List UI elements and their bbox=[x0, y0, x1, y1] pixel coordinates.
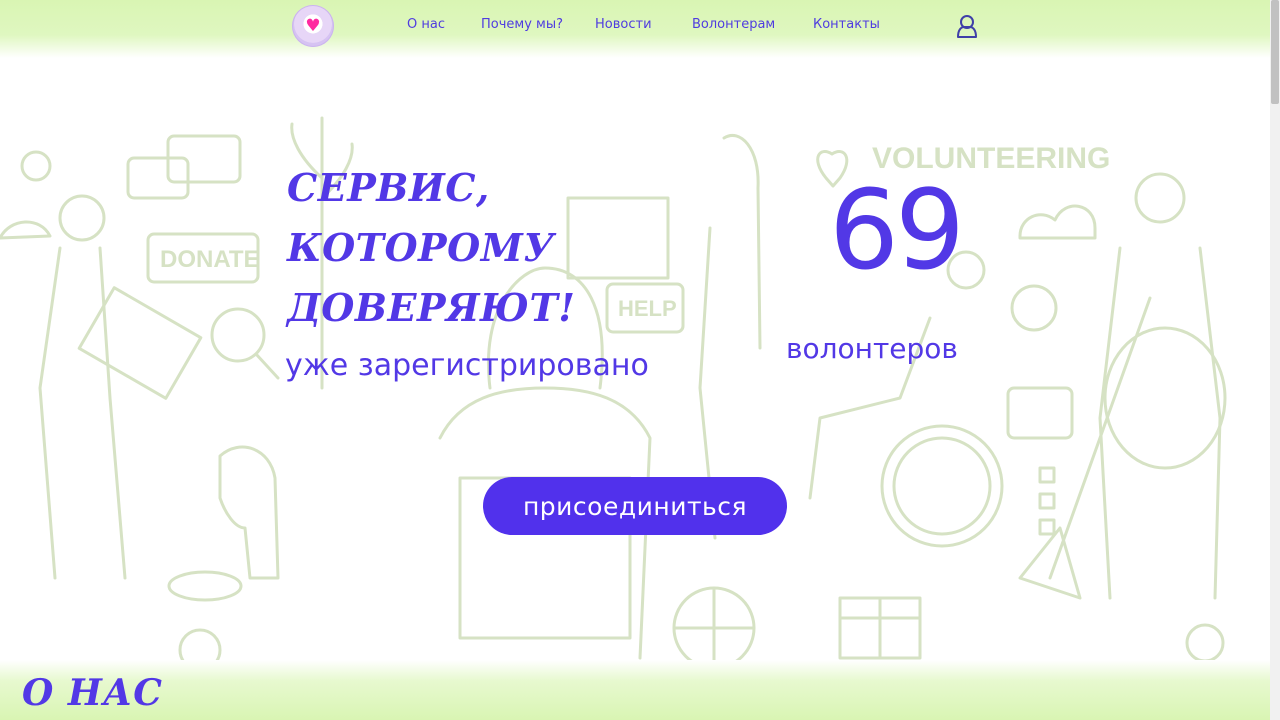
volunteer-count-unit: волонтеров bbox=[786, 332, 958, 365]
about-section-band bbox=[0, 660, 1270, 720]
illustration-donate-text: DONATE bbox=[160, 246, 260, 273]
scrollbar-thumb[interactable] bbox=[1271, 0, 1279, 104]
hero-title: СЕРВИС, КОТОРОМУ ДОВЕРЯЮТ! bbox=[287, 158, 747, 338]
volunteer-count: 69 bbox=[829, 166, 965, 294]
logo[interactable]: ♥ bbox=[292, 5, 334, 47]
about-section-title: О НАС bbox=[22, 672, 163, 714]
hero-title-line-1: СЕРВИС, КОТОРОМУ bbox=[287, 165, 555, 270]
nav-item-contacts[interactable]: Контакты bbox=[813, 17, 880, 32]
hero-title-line-2: ДОВЕРЯЮТ! bbox=[287, 285, 576, 330]
registered-label: уже зарегистрировано bbox=[285, 348, 649, 383]
heart-logo-icon: ♥ bbox=[305, 16, 321, 36]
user-icon[interactable] bbox=[956, 14, 978, 38]
site-header: ♥ О нас Почему мы? Новости Волонтерам Ко… bbox=[0, 0, 1270, 58]
page-scrollbar[interactable] bbox=[1270, 0, 1280, 720]
nav-item-about[interactable]: О нас bbox=[407, 17, 445, 32]
join-button[interactable]: присоединиться bbox=[483, 477, 787, 535]
nav-item-volunteers[interactable]: Волонтерам bbox=[692, 17, 775, 32]
nav-item-why-us[interactable]: Почему мы? bbox=[481, 17, 563, 32]
nav-item-news[interactable]: Новости bbox=[595, 17, 652, 32]
